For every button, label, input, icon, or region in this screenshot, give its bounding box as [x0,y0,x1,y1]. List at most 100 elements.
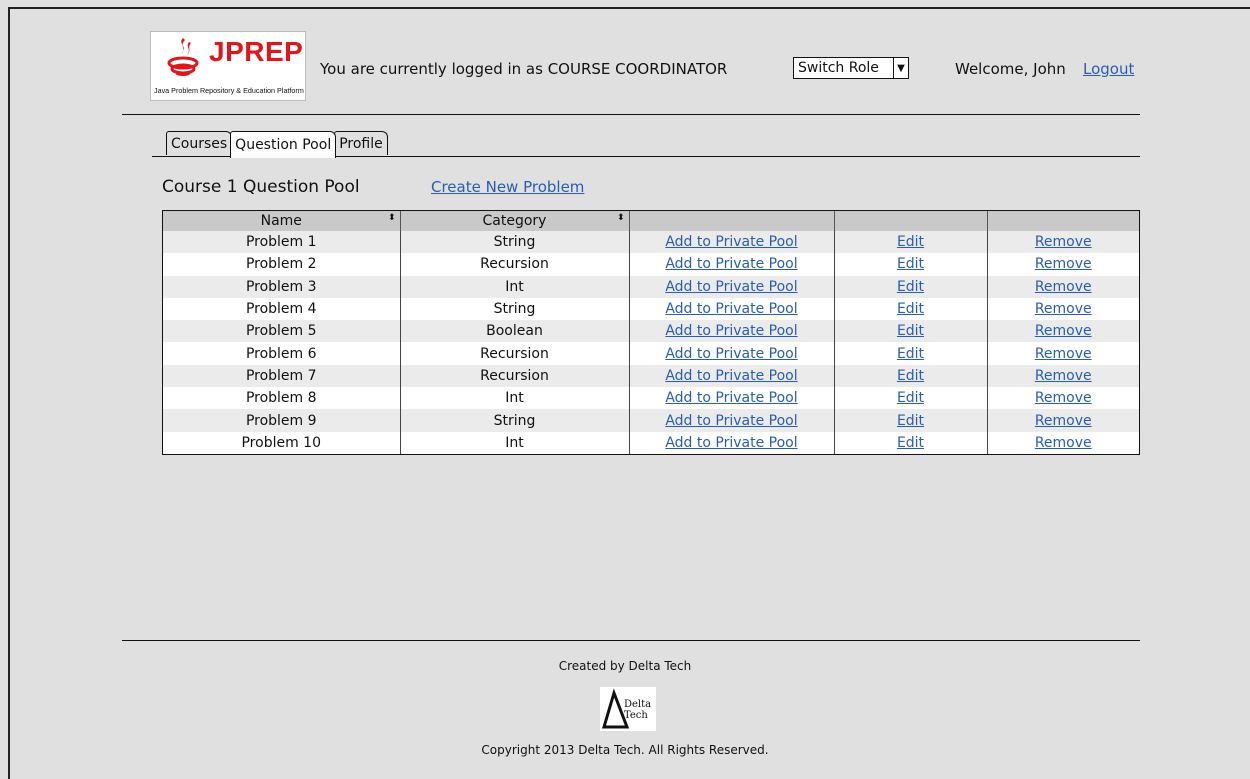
category-cell: Recursion [400,342,630,365]
problem-name-cell: Problem 1 [163,231,401,254]
action-cell: Remove [987,275,1139,298]
action-cell: Remove [987,387,1139,410]
category-cell: Recursion [400,364,630,388]
tab-courses[interactable]: Courses [166,131,233,155]
problem-name-cell: Problem 8 [163,387,401,410]
remove-link[interactable]: Remove [1035,234,1092,250]
add-to-private-pool-link[interactable]: Add to Private Pool [665,435,797,451]
action-cell: Edit [834,364,988,388]
logo-text: JPREP [209,36,304,67]
edit-link[interactable]: Edit [897,234,924,250]
table-row: Problem 10 Int Add to Private Pool Edit Remo… [163,431,1139,454]
category-cell: Boolean [400,320,630,343]
add-to-private-pool-link[interactable]: Add to Private Pool [665,256,797,272]
action-cell: Add to Private Pool [629,431,835,454]
remove-link[interactable]: Remove [1035,323,1092,339]
edit-link[interactable]: Edit [897,346,924,362]
edit-link[interactable]: Edit [897,256,924,272]
edit-link[interactable]: Edit [897,390,924,406]
header-divider [122,114,1140,115]
java-cup-icon [167,38,199,76]
remove-link[interactable]: Remove [1035,413,1092,429]
login-status: You are currently logged in as COURSE CO… [320,60,728,78]
category-cell: String [400,231,630,254]
column-header-remove [987,211,1139,231]
action-cell: Edit [834,297,988,321]
remove-link[interactable]: Remove [1035,301,1092,317]
add-to-private-pool-link[interactable]: Add to Private Pool [665,301,797,317]
remove-link[interactable]: Remove [1035,256,1092,272]
action-cell: Remove [987,409,1139,432]
tab-profile[interactable]: Profile [334,131,388,155]
tab-question-pool[interactable]: Question Pool [230,131,337,158]
table-row: Problem 8 Int Add to Private Pool Edit Remov… [163,387,1139,410]
edit-link[interactable]: Edit [897,435,924,451]
copyright-text: Copyright 2013 Delta Tech. All Rights Re… [481,743,769,757]
action-cell: Add to Private Pool [629,275,835,298]
remove-link[interactable]: Remove [1035,346,1092,362]
action-cell: Remove [987,364,1139,388]
add-to-private-pool-link[interactable]: Add to Private Pool [665,234,797,250]
category-cell: String [400,409,630,432]
created-by-text: Created by Delta Tech [558,659,692,673]
category-cell: Int [400,431,630,454]
table-row: Problem 6 Recursion Add to Private Pool Edi… [163,342,1139,365]
edit-link[interactable]: Edit [897,413,924,429]
action-cell: Add to Private Pool [629,253,835,276]
action-cell: Edit [834,387,988,410]
remove-link[interactable]: Remove [1035,279,1092,295]
action-cell: Add to Private Pool [629,342,835,365]
edit-link[interactable]: Edit [897,279,924,295]
table-row: Problem 1 String Add to Private Pool Edit Re… [163,231,1139,254]
action-cell: Remove [987,431,1139,454]
table-row: Problem 9 String Add to Private Pool Edit Re… [163,409,1139,432]
sort-icon: ⬍ [616,213,625,223]
action-cell: Add to Private Pool [629,409,835,432]
column-header-add [629,211,835,231]
add-to-private-pool-link[interactable]: Add to Private Pool [665,390,797,406]
table-row: Problem 4 String Add to Private Pool Edit Re… [163,297,1139,321]
remove-link[interactable]: Remove [1035,368,1092,384]
column-header-name[interactable]: Name ⬍ [163,211,401,231]
table-header-row: Name ⬍ Category ⬍ [163,211,1139,231]
action-cell: Add to Private Pool [629,231,835,254]
category-cell: String [400,297,630,321]
column-header-category[interactable]: Category ⬍ [400,211,630,231]
page-title: Course 1 Question Pool [162,177,360,197]
welcome-message: Welcome, John [955,60,1066,78]
add-to-private-pool-link[interactable]: Add to Private Pool [665,413,797,429]
main-tabs: Courses Question Pool Profile [166,131,388,158]
action-cell: Edit [834,409,988,432]
jprep-logo: JPREP Java Problem Repository & Educatio… [150,31,306,101]
action-cell: Edit [834,231,988,254]
action-cell: Remove [987,342,1139,365]
problem-name-cell: Problem 6 [163,342,401,365]
action-cell: Add to Private Pool [629,320,835,343]
problem-name-cell: Problem 5 [163,320,401,343]
table-row: Problem 3 Int Add to Private Pool Edit Remov… [163,275,1139,298]
action-cell: Edit [834,342,988,365]
table-row: Problem 2 Recursion Add to Private Pool Edi… [163,253,1139,276]
problem-name-cell: Problem 9 [163,409,401,432]
category-cell: Int [400,275,630,298]
delta-tech-logo: Delta Tech [600,687,656,731]
table-row: Problem 7 Recursion Add to Private Pool Edi… [163,364,1139,388]
action-cell: Add to Private Pool [629,387,835,410]
logout-link[interactable]: Logout [1083,60,1134,78]
remove-link[interactable]: Remove [1035,390,1092,406]
edit-link[interactable]: Edit [897,301,924,317]
action-cell: Add to Private Pool [629,364,835,388]
add-to-private-pool-link[interactable]: Add to Private Pool [665,346,797,362]
category-cell: Int [400,387,630,410]
add-to-private-pool-link[interactable]: Add to Private Pool [665,368,797,384]
create-new-problem-link[interactable]: Create New Problem [431,178,584,196]
switch-role-dropdown[interactable]: Switch Role ▼ [793,57,909,79]
dropdown-arrow-icon: ▼ [893,58,908,78]
add-to-private-pool-link[interactable]: Add to Private Pool [665,279,797,295]
edit-link[interactable]: Edit [897,368,924,384]
add-to-private-pool-link[interactable]: Add to Private Pool [665,323,797,339]
remove-link[interactable]: Remove [1035,435,1092,451]
edit-link[interactable]: Edit [897,323,924,339]
action-cell: Edit [834,431,988,454]
action-cell: Remove [987,320,1139,343]
